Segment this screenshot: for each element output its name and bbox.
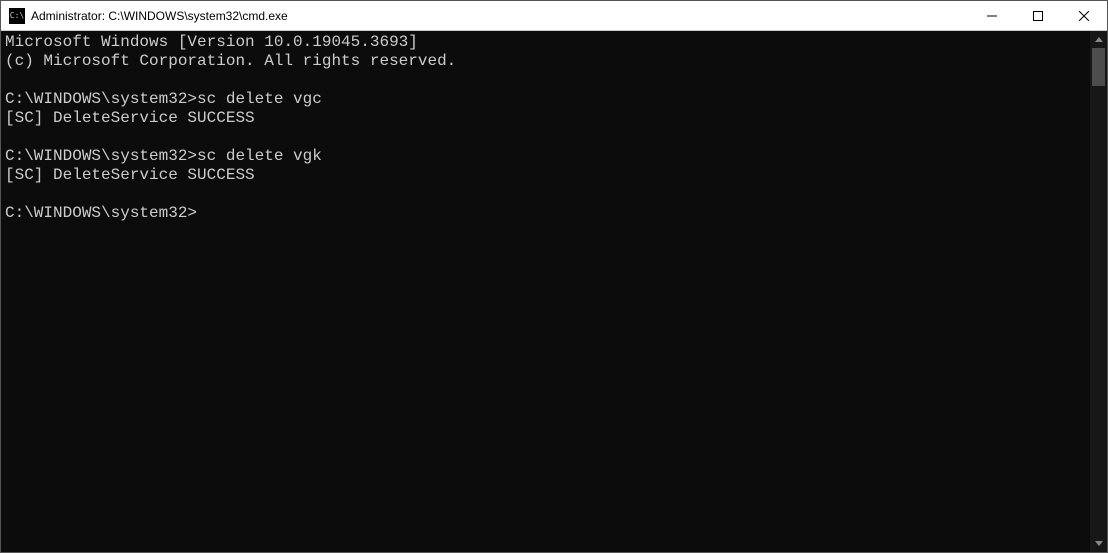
titlebar[interactable]: C:\ Administrator: C:\WINDOWS\system32\c…	[1, 1, 1107, 31]
scroll-thumb[interactable]	[1092, 48, 1105, 86]
scroll-track[interactable]	[1090, 48, 1107, 535]
minimize-icon	[987, 11, 997, 21]
close-button[interactable]	[1061, 1, 1107, 30]
cmd-icon: C:\	[9, 8, 25, 24]
scroll-up-arrow[interactable]	[1090, 31, 1107, 48]
terminal-area: Microsoft Windows [Version 10.0.19045.36…	[1, 31, 1107, 552]
scroll-down-arrow[interactable]	[1090, 535, 1107, 552]
minimize-button[interactable]	[969, 1, 1015, 30]
window-controls	[969, 1, 1107, 30]
terminal-output[interactable]: Microsoft Windows [Version 10.0.19045.36…	[1, 31, 1090, 552]
cmd-window: C:\ Administrator: C:\WINDOWS\system32\c…	[0, 0, 1108, 553]
scrollbar-vertical[interactable]	[1090, 31, 1107, 552]
chevron-up-icon	[1095, 37, 1103, 42]
maximize-button[interactable]	[1015, 1, 1061, 30]
maximize-icon	[1033, 11, 1043, 21]
chevron-down-icon	[1095, 541, 1103, 546]
close-icon	[1079, 11, 1089, 21]
window-title: Administrator: C:\WINDOWS\system32\cmd.e…	[31, 9, 969, 23]
